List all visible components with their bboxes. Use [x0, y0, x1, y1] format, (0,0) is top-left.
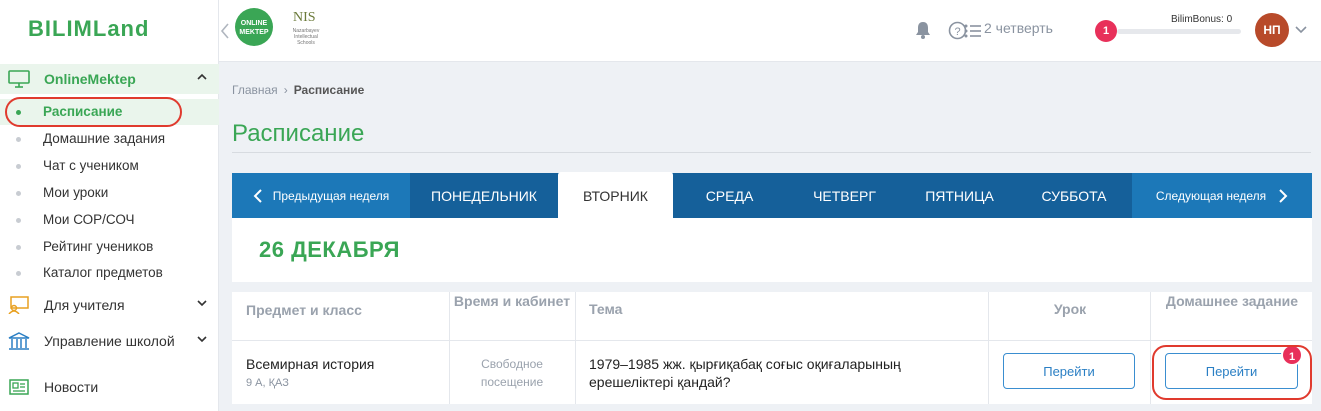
tab-saturday[interactable]: СУББОТА — [1016, 173, 1132, 218]
bullet-icon — [16, 271, 21, 276]
header-homework: Домашнее задание — [1165, 293, 1299, 309]
breadcrumb: Главная › Расписание — [232, 83, 364, 97]
sidebar-section-school[interactable]: Управление школой — [0, 326, 219, 356]
chevron-up-icon — [197, 73, 207, 80]
chevron-left-icon — [253, 188, 262, 203]
sidebar-item-label: Домашние задания — [43, 131, 166, 146]
bullet-icon — [16, 245, 21, 250]
sidebar-item-label: Каталог предметов — [43, 265, 163, 280]
lesson-go-button[interactable]: Перейти — [1003, 353, 1135, 389]
divider — [232, 152, 1311, 153]
page-title: Расписание — [232, 120, 365, 147]
breadcrumb-home[interactable]: Главная — [232, 83, 278, 97]
top-header: ONLINE MEKTEP NIS Nazarbayev Intellectua… — [219, 0, 1321, 62]
divider — [232, 282, 1312, 292]
sidebar-section-onlinemektep[interactable]: OnlineMektep — [0, 64, 219, 94]
column-divider — [988, 292, 989, 404]
avatar[interactable]: НП — [1255, 13, 1289, 47]
sidebar-item-chat[interactable]: Чат с учеником — [0, 153, 219, 179]
chevron-down-icon — [197, 336, 207, 343]
chevron-down-icon — [197, 300, 207, 307]
chevron-down-icon[interactable] — [1295, 25, 1307, 35]
tab-friday[interactable]: ПЯТНИЦА — [903, 173, 1016, 218]
header-subject: Предмет и класс — [246, 302, 362, 318]
sidebar-item-label: Расписание — [43, 104, 123, 119]
date-heading: 26 ДЕКАБРЯ — [259, 237, 400, 262]
prev-week-button[interactable]: Предыдущая неделя — [232, 173, 410, 218]
svg-text:?: ? — [954, 26, 960, 38]
sidebar-item-schedule[interactable]: Расписание — [0, 99, 219, 125]
sidebar-section-teacher[interactable]: Для учителя — [0, 290, 219, 320]
time-cabinet: Свободное посещение — [480, 357, 544, 389]
sidebar-item-label: Мои уроки — [43, 185, 109, 200]
homework-go-button[interactable]: Перейти — [1165, 353, 1298, 389]
sidebar-item-label: Чат с учеником — [43, 158, 139, 173]
next-week-label: Следующая неделя — [1155, 188, 1267, 203]
bullet-icon — [16, 191, 21, 196]
sidebar-item-label: Мои СОР/СОЧ — [43, 212, 135, 227]
bullet-icon — [16, 137, 21, 142]
sidebar-item-sor-soch[interactable]: Мои СОР/СОЧ — [0, 207, 219, 233]
next-week-button[interactable]: Следующая неделя — [1132, 173, 1312, 218]
sidebar-item-label: Рейтинг учеников — [43, 239, 154, 254]
tab-monday[interactable]: ПОНЕДЕЛЬНИК — [410, 173, 558, 218]
school-building-icon — [8, 332, 30, 350]
subject-name: Всемирная история — [246, 356, 375, 372]
bullet-icon — [16, 110, 21, 115]
sidebar-section-label: Управление школой — [44, 333, 175, 349]
nis-logo: NIS Nazarbayev Intellectual Schools — [283, 10, 327, 52]
chevron-left-icon[interactable] — [219, 18, 231, 44]
newspaper-icon — [9, 379, 29, 395]
class-name: 9 А, ҚАЗ — [246, 377, 289, 389]
tab-tuesday[interactable]: ВТОРНИК — [558, 172, 673, 219]
sidebar-item-catalog[interactable]: Каталог предметов — [0, 260, 219, 286]
bullet-icon — [16, 218, 21, 223]
monitor-icon — [8, 70, 30, 88]
sidebar: BILIMLand OnlineMektep Расписание Домашн… — [0, 0, 219, 411]
chevron-right-icon — [1279, 188, 1288, 203]
online-mektep-logo[interactable]: ONLINE MEKTEP — [235, 8, 273, 46]
list-icon — [964, 24, 981, 38]
bilimbonus-label: BilimBonus: 0 — [1171, 14, 1233, 25]
breadcrumb-current: Расписание — [293, 83, 365, 97]
bilimland-logo[interactable]: BILIMLand — [28, 16, 149, 42]
prev-week-label: Предыдущая неделя — [272, 188, 390, 203]
nis-logo-subtitle: Nazarbayev Intellectual Schools — [292, 28, 320, 46]
bell-icon[interactable] — [915, 21, 931, 39]
teacher-board-icon — [8, 296, 29, 314]
sidebar-item-rating[interactable]: Рейтинг учеников — [0, 234, 219, 260]
quarter-selector[interactable]: 2 четверть — [984, 20, 1053, 36]
bonus-badge: 1 — [1095, 20, 1117, 42]
column-divider — [1150, 292, 1151, 404]
schedule-card: 26 ДЕКАБРЯ Предмет и класс Время и кабин… — [232, 218, 1312, 404]
homework-badge: 1 — [1281, 344, 1303, 366]
lesson-topic: 1979–1985 жж. қырғиқабақ соғыс оқиғалары… — [589, 356, 901, 390]
sidebar-section-label: Для учителя — [44, 297, 125, 313]
sidebar-item-my-lessons[interactable]: Мои уроки — [0, 180, 219, 206]
tab-wednesday[interactable]: СРЕДА — [673, 173, 786, 218]
row-divider — [232, 340, 1312, 341]
tab-thursday[interactable]: ЧЕТВЕРГ — [786, 173, 903, 218]
week-tabs: Предыдущая неделя ПОНЕДЕЛЬНИК ВТОРНИК СР… — [232, 172, 1312, 219]
header-lesson: Урок — [1053, 301, 1087, 317]
sidebar-section-label: OnlineMektep — [44, 71, 136, 87]
nis-logo-title: NIS — [293, 10, 316, 25]
header-time: Время и кабинет — [453, 293, 571, 309]
sidebar-section-label: Новости — [44, 379, 99, 395]
bullet-icon — [16, 164, 21, 169]
sidebar-item-homework[interactable]: Домашние задания — [0, 126, 219, 152]
bilimbonus-progress — [1117, 29, 1241, 34]
sidebar-section-news[interactable]: Новости — [0, 372, 219, 402]
header-topic: Тема — [589, 301, 623, 317]
breadcrumb-separator-icon: › — [283, 83, 288, 97]
column-divider — [575, 292, 576, 404]
